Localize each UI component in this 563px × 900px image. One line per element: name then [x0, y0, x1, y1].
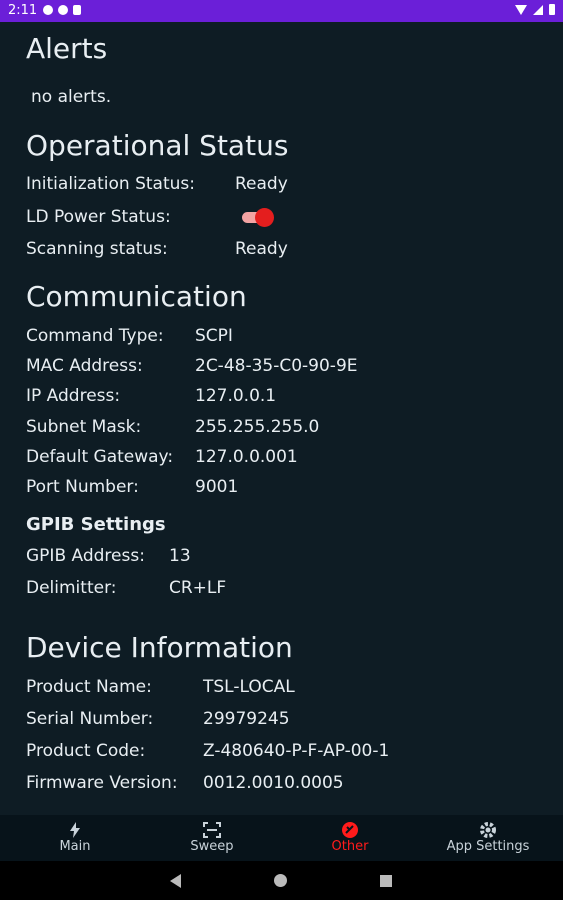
row-value: Z-480640-P-F-AP-00-1 — [203, 741, 390, 761]
bolt-icon — [15, 821, 135, 839]
nav-label: Other — [331, 839, 369, 854]
home-icon[interactable] — [274, 874, 287, 887]
notification-icons — [43, 5, 81, 15]
row-value: 9001 — [195, 477, 239, 497]
row-value: 29979245 — [203, 709, 290, 729]
signal-icon — [533, 4, 543, 15]
battery-icon — [549, 4, 555, 15]
bottom-navigation: Main Sweep Other App Settings — [0, 815, 563, 861]
status-time: 2:11 — [8, 3, 38, 18]
row-label: Port Number: — [26, 477, 139, 497]
row-label: Default Gateway: — [26, 447, 174, 467]
operational-status-title: Operational Status — [26, 129, 289, 162]
row-label: MAC Address: — [26, 356, 143, 376]
row-value: 13 — [169, 546, 191, 566]
row-value: Ready — [235, 239, 288, 259]
notification-icon — [58, 5, 68, 15]
row-value: 2C-48-35-C0-90-9E — [195, 356, 358, 376]
scan-icon — [152, 821, 272, 839]
row-value: TSL-LOCAL — [203, 677, 295, 697]
row-label: Serial Number: — [26, 709, 154, 729]
row-label: Delimitter: — [26, 578, 117, 598]
row-value: CR+LF — [169, 578, 227, 598]
nav-label: Main — [59, 839, 91, 854]
other-icon — [290, 821, 410, 839]
row-label: Subnet Mask: — [26, 417, 142, 437]
row-value: 0012.0010.0005 — [203, 773, 344, 793]
row-label: GPIB Address: — [26, 546, 145, 566]
row-label: Scanning status: — [26, 239, 168, 259]
communication-title: Communication — [26, 280, 247, 313]
device-information-title: Device Information — [26, 631, 293, 664]
row-value: 127.0.0.001 — [195, 447, 298, 467]
nav-app-settings[interactable]: App Settings — [428, 821, 548, 854]
ld-power-toggle[interactable] — [240, 207, 274, 227]
row-value: SCPI — [195, 326, 233, 346]
nav-sweep[interactable]: Sweep — [152, 821, 272, 854]
row-label: Command Type: — [26, 326, 164, 346]
back-icon[interactable] — [170, 874, 181, 888]
row-label: IP Address: — [26, 386, 121, 406]
gear-icon — [428, 821, 548, 839]
recent-apps-icon[interactable] — [380, 875, 392, 887]
system-icons — [515, 4, 555, 15]
nav-main[interactable]: Main — [15, 821, 135, 854]
row-label: LD Power Status: — [26, 207, 171, 227]
gpib-settings-title: GPIB Settings — [26, 514, 166, 535]
wifi-icon — [515, 4, 527, 15]
toggle-knob — [255, 208, 274, 227]
alerts-title: Alerts — [26, 32, 108, 65]
row-label: Product Code: — [26, 741, 146, 761]
nav-label: App Settings — [446, 839, 530, 854]
row-value: 255.255.255.0 — [195, 417, 320, 437]
row-label: Firmware Version: — [26, 773, 178, 793]
row-value: Ready — [235, 174, 288, 194]
system-navigation-bar — [0, 861, 563, 900]
row-label: Product Name: — [26, 677, 152, 697]
alerts-message: no alerts. — [31, 87, 112, 107]
ld-power-row: LD Power Status: — [26, 207, 326, 229]
row-label: Initialization Status: — [26, 174, 195, 194]
row-value: 127.0.0.1 — [195, 386, 277, 406]
nav-other[interactable]: Other — [290, 821, 410, 854]
nav-label: Sweep — [190, 839, 234, 854]
sd-card-icon — [73, 5, 81, 15]
notification-icon — [43, 5, 53, 15]
status-bar: 2:11 — [0, 0, 563, 22]
